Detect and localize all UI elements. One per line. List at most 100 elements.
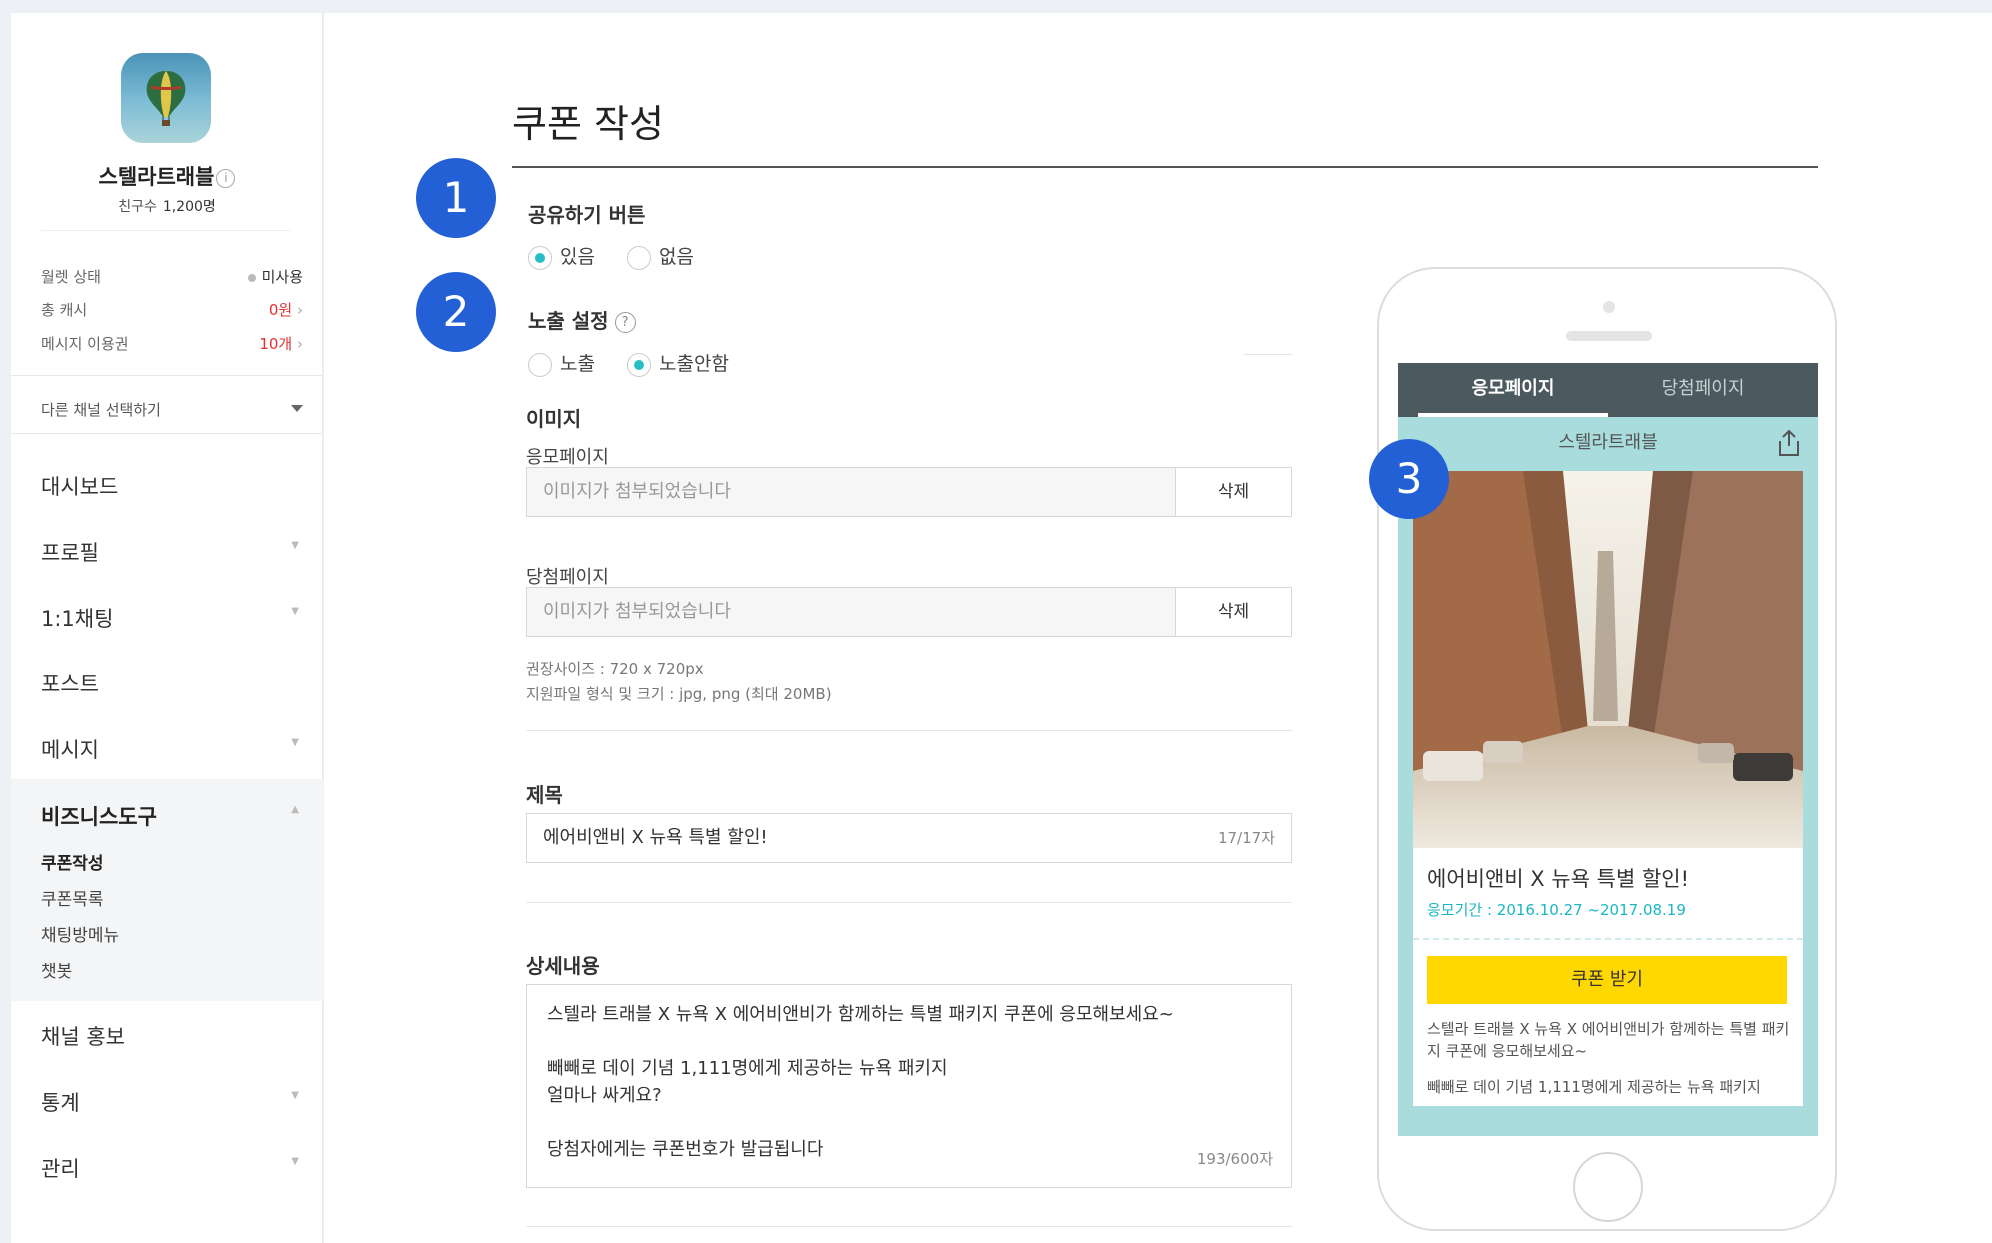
- message-ticket-label: 메시지 이용권: [41, 335, 129, 353]
- nav-business-tools[interactable]: 비즈니스도구 ▲: [41, 801, 303, 831]
- detail-textarea[interactable]: 스텔라 트래블 X 뉴욕 X 에어비앤비가 함께하는 특별 패키지 쿠폰에 응모…: [526, 984, 1292, 1188]
- subject-char-count: 17/17자: [1217, 829, 1275, 847]
- chevron-down-icon: ▼: [291, 1156, 299, 1167]
- nav-profile[interactable]: 프로필 ▼: [41, 537, 303, 567]
- nav-message[interactable]: 메시지 ▼: [41, 734, 303, 764]
- get-coupon-button[interactable]: 쿠폰 받기: [1427, 956, 1787, 1004]
- apply-image-delete-button[interactable]: 삭제: [1175, 467, 1292, 517]
- profile-name: 스텔라트래블: [98, 165, 215, 189]
- share-icon[interactable]: [1776, 429, 1802, 457]
- radio-checked-icon: [627, 352, 651, 377]
- nav-business-label: 비즈니스도구: [41, 805, 157, 829]
- preview-tab-win[interactable]: 당첨페이지: [1608, 363, 1798, 417]
- divider: [1244, 354, 1292, 355]
- divider: [11, 433, 323, 434]
- help-icon[interactable]: ?: [614, 312, 636, 333]
- image-section-label: 이미지: [526, 407, 582, 431]
- nav-manage[interactable]: 관리 ▼: [41, 1153, 303, 1183]
- share-radio-yes[interactable]: 있음: [528, 242, 595, 270]
- profile-name-row: 스텔라트래블 i: [11, 161, 323, 191]
- total-cash-value: 0원 ›: [268, 301, 303, 319]
- step-badge-3: 3: [1369, 439, 1449, 519]
- win-image-field[interactable]: 이미지가 첨부되었습니다: [526, 587, 1189, 637]
- divider: [526, 1226, 1292, 1227]
- sub-coupon-list[interactable]: 쿠폰목록: [41, 885, 104, 910]
- chevron-down-icon: ▼: [291, 606, 299, 617]
- chevron-right-icon: ›: [297, 335, 303, 353]
- preview-tab-apply[interactable]: 응모페이지: [1418, 363, 1608, 417]
- exposure-radio-hide[interactable]: 노출안함: [627, 349, 729, 377]
- subject-label: 제목: [526, 783, 563, 807]
- profile-avatar[interactable]: [121, 53, 211, 143]
- preview-tabs: 응모페이지 당첨페이지: [1398, 363, 1818, 417]
- preview-coupon-period: 응모기간 : 2016.10.27 ~2017.08.19: [1427, 901, 1686, 919]
- detail-line: 당첨자에게는 쿠폰번호가 발급됩니다: [547, 1139, 824, 1160]
- win-page-label: 당첨페이지: [526, 567, 609, 588]
- divider: [41, 230, 291, 231]
- nav-promo-label: 채널 홍보: [41, 1025, 125, 1049]
- friends-count-row: 친구수 1,200명: [11, 196, 323, 216]
- sub-chatroom-menu[interactable]: 채팅방메뉴: [41, 921, 119, 946]
- home-button: [1573, 1152, 1643, 1222]
- status-dot-icon: [247, 273, 256, 282]
- nav-dashboard-label: 대시보드: [41, 475, 119, 499]
- wallet-status-value: 미사용: [247, 266, 303, 287]
- exposure-radio-show[interactable]: 노출: [528, 349, 595, 377]
- total-cash-row[interactable]: 총 캐시 0원 ›: [41, 299, 303, 320]
- nav-chat[interactable]: 1:1채팅 ▼: [41, 603, 303, 633]
- subject-value: 에어비앤비 X 뉴욕 특별 할인!: [543, 827, 768, 848]
- friends-count: 1,200명: [162, 199, 216, 215]
- nav-profile-label: 프로필: [41, 541, 99, 565]
- channel-select-dropdown[interactable]: 다른 채널 선택하기: [41, 399, 303, 420]
- apply-page-label: 응모페이지: [526, 447, 609, 468]
- share-radio-no[interactable]: 없음: [627, 242, 694, 270]
- detail-line: 빼빼로 데이 기념 1,111명에게 제공하는 뉴욕 패키지: [547, 1058, 948, 1079]
- radio-checked-icon: [528, 245, 552, 270]
- step-badge-1: 1: [416, 158, 496, 238]
- divider: [11, 375, 323, 376]
- speaker-grille: [1566, 331, 1652, 341]
- win-image-delete-button[interactable]: 삭제: [1175, 587, 1292, 637]
- main-content: 쿠폰 작성 1 공유하기 버튼 있음 없음 2 노출 설정? 노출 노출안함 이…: [324, 13, 1992, 1243]
- preview-screen: 응모페이지 당첨페이지 스텔라트래블 에어비앤비 X 뉴욕 특별 할인! 응모기…: [1398, 363, 1818, 1136]
- chevron-up-icon: ▲: [291, 804, 299, 815]
- caret-down-icon: [291, 405, 303, 412]
- title-divider: [512, 166, 1818, 168]
- preview-coupon-card: 에어비앤비 X 뉴욕 특별 할인! 응모기간 : 2016.10.27 ~201…: [1413, 471, 1803, 1106]
- channel-select-label: 다른 채널 선택하기: [41, 401, 161, 419]
- message-ticket-row[interactable]: 메시지 이용권 10개 ›: [41, 333, 303, 354]
- nav-post-label: 포스트: [41, 672, 99, 696]
- size-hint: 권장사이즈 : 720 x 720px: [526, 660, 704, 678]
- radio-unchecked-icon: [528, 352, 552, 377]
- chevron-down-icon: ▼: [291, 540, 299, 551]
- exposure-setting-label: 노출 설정?: [528, 305, 636, 334]
- apply-image-field[interactable]: 이미지가 첨부되었습니다: [526, 467, 1189, 517]
- preview-coupon-title: 에어비앤비 X 뉴욕 특별 할인!: [1427, 867, 1690, 891]
- nav-dashboard[interactable]: 대시보드: [41, 471, 303, 501]
- nav-manage-label: 관리: [41, 1157, 80, 1181]
- sub-coupon-create[interactable]: 쿠폰작성: [41, 849, 104, 874]
- info-icon[interactable]: i: [216, 168, 236, 188]
- divider: [526, 730, 1292, 731]
- preview-description: 스텔라 트래블 X 뉴욕 X 에어비앤비가 함께하는 특별 패키지 쿠폰에 응모…: [1427, 1020, 1790, 1060]
- radio-unchecked-icon: [627, 245, 651, 270]
- detail-label: 상세내용: [526, 954, 600, 978]
- page-title: 쿠폰 작성: [512, 102, 664, 146]
- nav-post[interactable]: 포스트: [41, 668, 303, 698]
- preview-description-more: 빼빼로 데이 기념 1,111명에게 제공하는 뉴욕 패키지: [1427, 1078, 1761, 1096]
- wallet-status-row: 월렛 상태 미사용: [41, 266, 303, 287]
- share-button-label: 공유하기 버튼: [528, 203, 646, 227]
- message-ticket-value: 10개 ›: [259, 335, 303, 353]
- format-hint: 지원파일 형식 및 크기 : jpg, png (최대 20MB): [526, 685, 832, 703]
- step-badge-2: 2: [416, 272, 496, 352]
- nav-statistics[interactable]: 통계 ▼: [41, 1087, 303, 1117]
- nav-channel-promo[interactable]: 채널 홍보: [41, 1021, 303, 1051]
- detail-char-count: 193/600자: [1196, 1146, 1273, 1173]
- street-photo-image: [1413, 471, 1803, 848]
- subject-input[interactable]: 에어비앤비 X 뉴욕 특별 할인! 17/17자: [526, 813, 1292, 863]
- detail-line: 스텔라 트래블 X 뉴욕 X 에어비앤비가 함께하는 특별 패키지 쿠폰에 응모…: [547, 1004, 1174, 1025]
- divider: [526, 902, 1292, 903]
- sub-chatbot[interactable]: 챗봇: [41, 957, 72, 982]
- chevron-down-icon: ▼: [291, 737, 299, 748]
- sidebar: 스텔라트래블 i 친구수 1,200명 월렛 상태 미사용 총 캐시 0원 › 메시…: [11, 13, 323, 1243]
